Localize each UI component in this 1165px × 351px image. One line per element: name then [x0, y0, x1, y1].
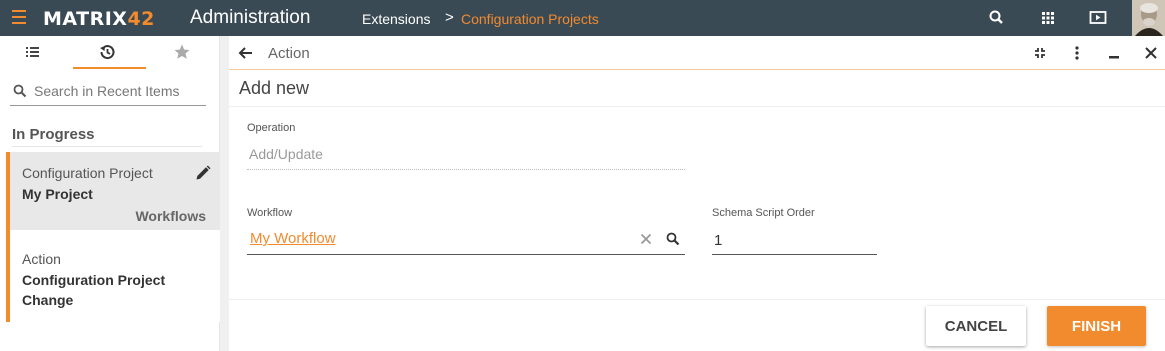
schema-script-order-input[interactable] [714, 229, 864, 251]
more-options-icon[interactable] [1068, 44, 1086, 62]
presentation-icon[interactable] [1088, 8, 1108, 28]
list-icon[interactable] [22, 42, 42, 62]
workflow-link[interactable]: My Workflow [250, 230, 336, 247]
action-dialog: Action Add new Operation Add/Update Work… [229, 36, 1165, 351]
pencil-icon[interactable] [194, 164, 212, 182]
search-icon [12, 83, 28, 99]
history-icon[interactable] [97, 42, 117, 62]
clear-icon[interactable] [639, 232, 653, 246]
menu-icon[interactable] [12, 10, 28, 26]
user-avatar[interactable] [1132, 0, 1165, 36]
search-icon[interactable] [665, 231, 681, 247]
operation-underline [247, 169, 685, 170]
recent-search-input[interactable] [34, 80, 204, 102]
finish-button[interactable]: FINISH [1047, 306, 1146, 346]
dialog-header: Action [229, 36, 1165, 70]
section-title: In Progress [12, 126, 95, 143]
footer-divider [229, 299, 1165, 300]
item-type: Action [22, 251, 61, 267]
close-icon[interactable] [1142, 44, 1160, 62]
item-name: My Project [22, 186, 93, 202]
matrix42-logo[interactable]: MATRIX42 [43, 8, 155, 30]
recent-search-box [10, 77, 206, 106]
breadcrumb-separator: > [445, 9, 454, 26]
operation-label: Operation [247, 122, 296, 134]
cancel-button[interactable]: CANCEL [926, 306, 1026, 346]
star-icon[interactable] [172, 42, 192, 62]
breadcrumb-extensions[interactable]: Extensions [362, 11, 430, 27]
workflow-field[interactable]: My Workflow [247, 226, 685, 255]
item-sub-label[interactable]: Workflows [135, 208, 206, 224]
form-subheader: Add new [229, 71, 1165, 107]
item-name: Configuration Project Change [22, 272, 166, 308]
operation-value: Add/Update [249, 146, 323, 162]
schema-script-order-label: Schema Script Order [712, 207, 815, 219]
dialog-title: Action [268, 45, 310, 62]
top-bar: MATRIX42 Administration Extensions > Con… [0, 0, 1165, 36]
recent-items-panel: In Progress Configuration Project My Pro… [0, 36, 220, 351]
item-type: Configuration Project [22, 165, 153, 181]
apps-grid-icon[interactable] [1038, 8, 1058, 28]
recent-item-configuration-project[interactable]: Configuration Project My Project Workflo… [6, 152, 220, 238]
breadcrumb-configuration-projects[interactable]: Configuration Projects [461, 11, 599, 27]
back-arrow-icon[interactable] [238, 45, 254, 61]
app-title: Administration [190, 7, 311, 28]
recent-item-action[interactable]: Action Configuration Project Change [6, 230, 220, 322]
divider [12, 146, 202, 147]
collapse-icon[interactable] [1031, 44, 1049, 62]
workflow-label: Workflow [247, 207, 293, 219]
minimize-icon[interactable] [1105, 44, 1123, 62]
schema-script-order-field [712, 226, 877, 255]
search-icon[interactable] [987, 8, 1007, 28]
active-tab-indicator [73, 67, 146, 69]
form-mode-title: Add new [239, 78, 310, 98]
panel-tabs [0, 36, 219, 69]
